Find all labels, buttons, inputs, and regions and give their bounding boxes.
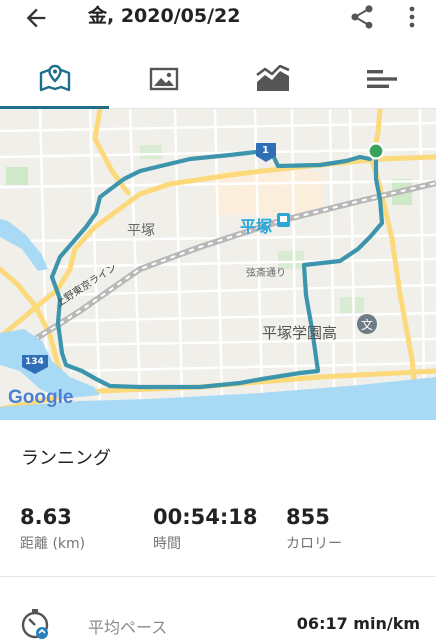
tab-details[interactable]	[327, 50, 436, 108]
page-title: 金, 2020/05/22	[88, 5, 241, 27]
route-shield-134: 134	[25, 357, 44, 367]
tab-map[interactable]	[0, 50, 109, 109]
tab-chart[interactable]	[218, 50, 327, 108]
sort-bars-icon	[366, 70, 397, 88]
top-app-bar: 金, 2020/05/22	[0, 0, 436, 50]
stat-value: 8.63	[20, 505, 72, 529]
pace-gauge-icon	[21, 609, 49, 639]
svg-text:文: 文	[361, 317, 373, 332]
stat-calories: 855 カロリー	[286, 505, 342, 553]
arrow-back-icon[interactable]	[22, 4, 50, 32]
map-canvas: 文	[0, 109, 436, 420]
map-label-street: 弦斎通り	[246, 268, 286, 279]
tab-bar	[0, 50, 436, 109]
stat-label: カロリー	[286, 536, 342, 552]
image-icon	[149, 67, 178, 91]
google-logo[interactable]: Google	[8, 387, 73, 409]
stat-time: 00:54:18 時間	[153, 505, 257, 553]
pace-label: 平均ペース	[88, 618, 168, 637]
map-label-station[interactable]: 平塚	[240, 213, 272, 237]
stat-label: 距離 (km)	[20, 536, 86, 552]
activity-name: ランニング	[21, 448, 111, 469]
share-icon[interactable]	[348, 3, 376, 31]
map-icon	[39, 64, 70, 92]
pace-value: 06:17 min/km	[296, 614, 420, 633]
map-label-school[interactable]: 平塚学園高	[262, 322, 337, 343]
route-map[interactable]: 文 平塚 平塚 弦斎通り 平塚学園高 上野東京ライン 1 134 Google	[0, 109, 436, 420]
route-shield-1: 1	[262, 145, 269, 156]
stat-label: 時間	[153, 536, 181, 552]
map-label-city: 平塚	[127, 223, 155, 239]
stat-value: 855	[286, 505, 330, 529]
stat-distance: 8.63 距離 (km)	[20, 505, 85, 553]
more-vert-icon[interactable]	[402, 3, 422, 31]
area-chart-icon	[255, 65, 290, 91]
stat-value: 00:54:18	[153, 505, 258, 529]
tab-photos[interactable]	[109, 50, 218, 108]
divider	[0, 576, 436, 577]
